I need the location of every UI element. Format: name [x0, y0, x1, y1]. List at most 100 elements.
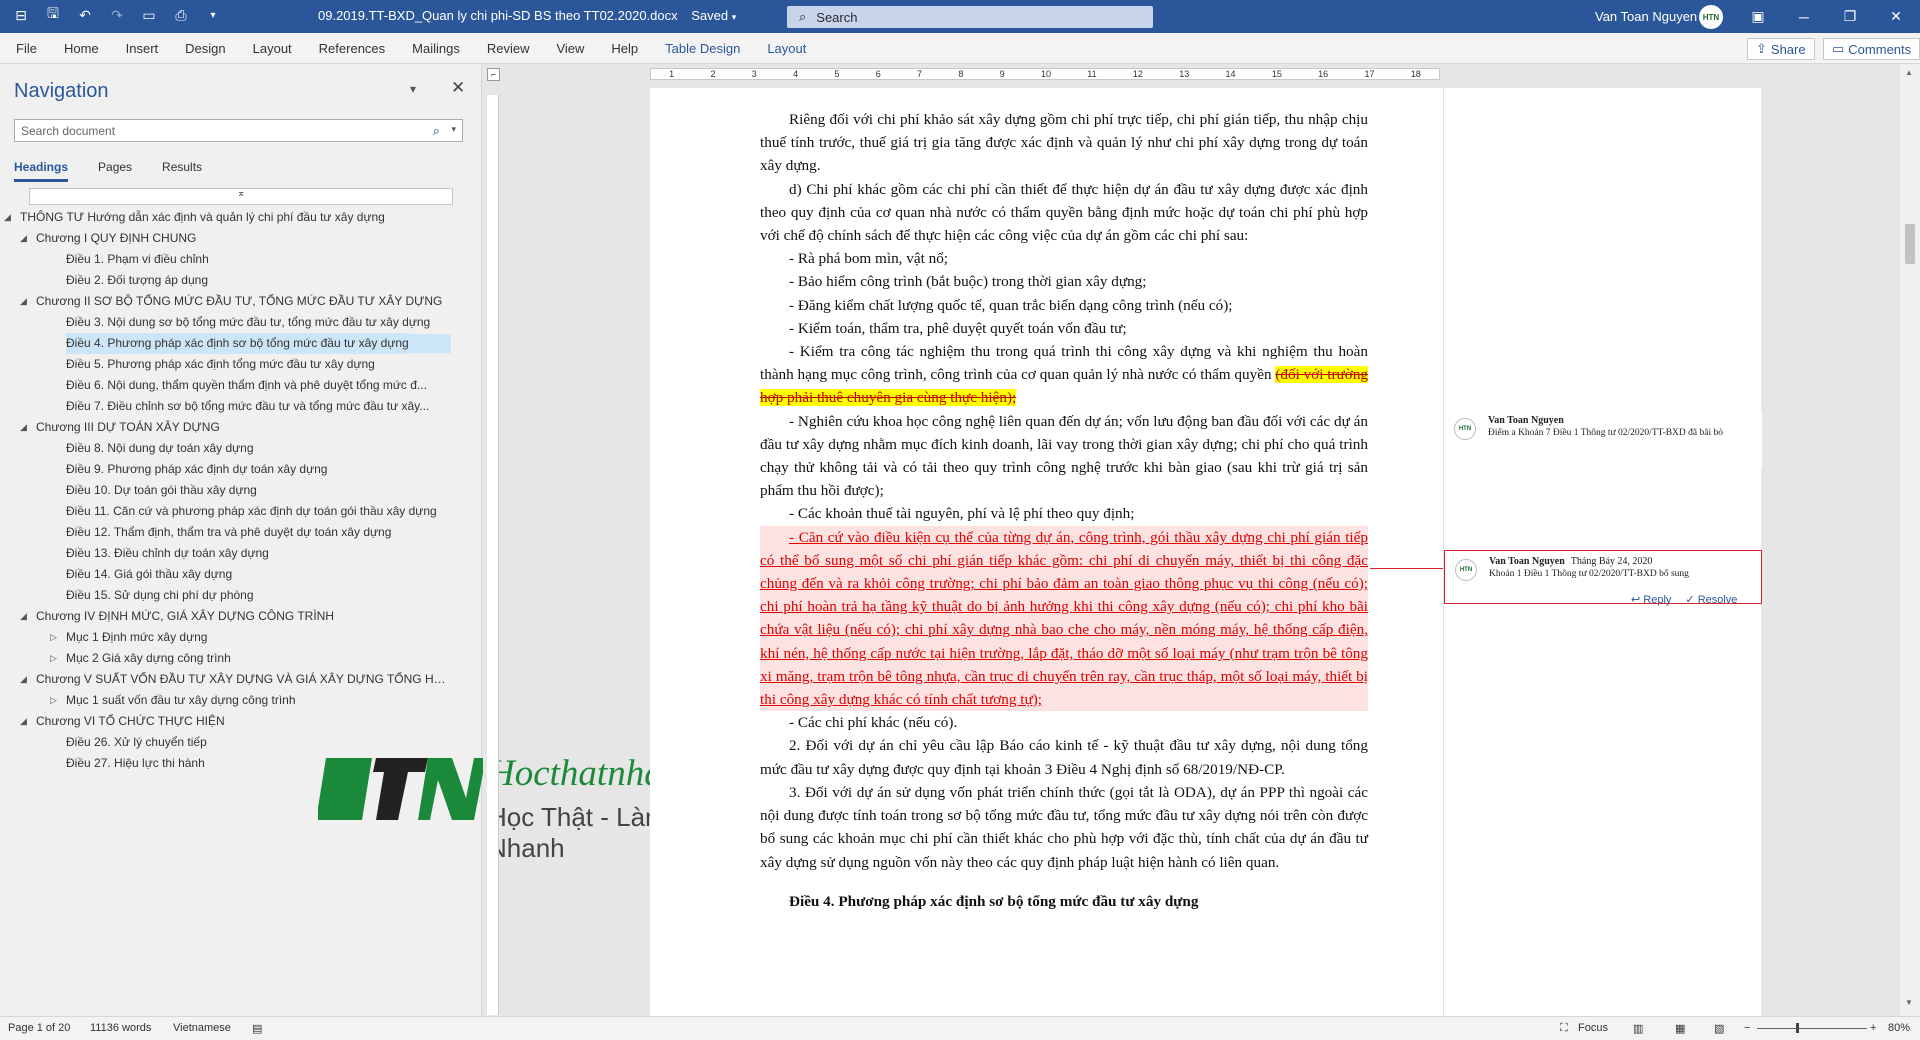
collapse-triangle-icon[interactable]: ◢: [20, 291, 27, 312]
accessibility-icon[interactable]: ▤: [252, 1022, 262, 1035]
undo-icon[interactable]: ↶: [76, 6, 94, 24]
word-count[interactable]: 11136 words: [90, 1022, 151, 1034]
tab-mailings[interactable]: Mailings: [412, 41, 460, 56]
tree-item[interactable]: ◢ Chương III DỰ TOÁN XÂY DỰNG: [0, 417, 482, 438]
ribbon-display-options-icon[interactable]: ▣: [1735, 0, 1781, 33]
list-item[interactable]: - Đăng kiểm chất lượng quốc tế, quan trắ…: [760, 294, 1368, 317]
tab-pages[interactable]: Pages: [98, 160, 132, 182]
save-icon[interactable]: 🖫: [44, 5, 62, 24]
customize-qat-icon[interactable]: ▾: [204, 6, 222, 24]
tree-item[interactable]: ◢ Chương VI TỔ CHỨC THỰC HIỆN: [0, 711, 482, 732]
headings-scroll-indicator[interactable]: ⌅: [29, 188, 453, 205]
tree-item[interactable]: ▷ Mục 1 suất vốn đầu tư xây dựng công trì…: [0, 690, 482, 711]
tab-selector[interactable]: ⌐: [487, 68, 500, 81]
list-item[interactable]: - Kiểm toán, thẩm tra, phê duyệt quyết t…: [760, 317, 1368, 340]
document-title[interactable]: 09.2019.TT-BXD_Quan ly chi phi-SD BS the…: [318, 8, 736, 23]
collapse-triangle-icon[interactable]: ◢: [20, 711, 27, 732]
tab-review[interactable]: Review: [487, 41, 530, 56]
user-name[interactable]: Van Toan Nguyen: [1595, 9, 1697, 24]
paragraph[interactable]: d) Chi phí khác gồm các chi phí cần thiế…: [760, 178, 1368, 248]
zoom-out-icon[interactable]: −: [1744, 1022, 1750, 1034]
restore-icon[interactable]: ❐: [1827, 0, 1873, 33]
redo-icon[interactable]: ↷: [108, 6, 126, 24]
tree-item[interactable]: Điều 7. Điều chỉnh sơ bộ tổng mức đầu tư…: [0, 396, 482, 417]
collapse-triangle-icon[interactable]: ◢: [20, 669, 27, 690]
horizontal-ruler[interactable]: 1 2 3 4 5 6 7 8 9 10 11 12 13 14 15 16 17 18: [650, 68, 1440, 80]
tab-layout[interactable]: Layout: [253, 41, 292, 56]
list-item[interactable]: - Các khoản thuế tài nguyên, phí và lệ p…: [760, 502, 1368, 525]
tree-item[interactable]: ◢ Chương V SUẤT VỐN ĐẦU TƯ XÂY DỰNG VÀ GI…: [0, 669, 482, 690]
tree-item[interactable]: Điều 9. Phương pháp xác định dự toán xây…: [0, 459, 482, 480]
tree-item[interactable]: Điều 12. Thẩm định, thẩm tra và phê duyệ…: [0, 522, 482, 543]
tree-item[interactable]: ▷ Mục 1 Định mức xây dựng: [0, 627, 482, 648]
tree-item[interactable]: Điều 11. Căn cứ và phương pháp xác định …: [0, 501, 482, 522]
paragraph[interactable]: 3. Đối với dự án sử dụng vốn phát triển …: [760, 781, 1368, 874]
collapse-triangle-icon[interactable]: ◢: [4, 207, 11, 228]
reply-button[interactable]: ↩ Reply: [1631, 593, 1671, 606]
zoom-in-icon[interactable]: +: [1870, 1022, 1876, 1034]
tree-item[interactable]: Điều 13. Điều chỉnh dự toán xây dựng: [0, 543, 482, 564]
list-item[interactable]: - Các chi phí khác (nếu có).: [760, 711, 1368, 734]
list-item[interactable]: - Rà phá bom mìn, vật nổ;: [760, 247, 1368, 270]
tab-table-layout[interactable]: Layout: [767, 41, 806, 56]
tree-item[interactable]: Điều 1. Phạm vi điều chỉnh: [0, 249, 482, 270]
document-body[interactable]: Riêng đối với chi phí khảo sát xây dựng …: [760, 108, 1369, 913]
paragraph[interactable]: Riêng đối với chi phí khảo sát xây dựng …: [760, 108, 1368, 178]
expand-triangle-icon[interactable]: ▷: [50, 690, 57, 711]
tab-references[interactable]: References: [319, 41, 385, 56]
list-item[interactable]: - Bảo hiểm công trình (bắt buộc) trong t…: [760, 270, 1368, 293]
comment-card-active[interactable]: HTN Van Toan Nguyen Tháng Bảy 24, 2020 Kh…: [1444, 550, 1762, 606]
tree-item[interactable]: Điều 3. Nội dung sơ bộ tổng mức đầu tư, …: [0, 312, 482, 333]
tab-help[interactable]: Help: [611, 41, 638, 56]
close-icon[interactable]: ✕: [451, 78, 465, 98]
search-input[interactable]: Search document ⌕ ▾: [14, 119, 463, 142]
print-preview-icon[interactable]: ⎙: [172, 6, 190, 24]
tree-item[interactable]: Điều 6. Nội dung, thẩm quyền thẩm định v…: [0, 375, 482, 396]
resolve-button[interactable]: ✓ Resolve: [1685, 593, 1737, 606]
tree-item[interactable]: Điều 2. Đối tượng áp dụng: [0, 270, 482, 291]
read-mode-icon[interactable]: ▥: [1633, 1022, 1643, 1035]
expand-triangle-icon[interactable]: ▷: [50, 627, 57, 648]
vertical-scrollbar[interactable]: ▲ ▼: [1900, 64, 1920, 1016]
tab-design[interactable]: Design: [185, 41, 225, 56]
vertical-ruler[interactable]: [487, 95, 499, 1015]
tree-item[interactable]: ◢ Chương IV ĐỊNH MỨC, GIÁ XÂY DỰNG CÔNG T…: [0, 606, 482, 627]
expand-triangle-icon[interactable]: ▷: [50, 648, 57, 669]
tree-item[interactable]: Điều 14. Giá gói thầu xây dựng: [0, 564, 482, 585]
tell-me-search[interactable]: ⌕ Search: [787, 6, 1153, 28]
page-count[interactable]: Page 1 of 20: [8, 1022, 70, 1034]
tab-view[interactable]: View: [556, 41, 584, 56]
tree-item[interactable]: Điều 5. Phương pháp xác định tổng mức đầ…: [0, 354, 482, 375]
collapse-triangle-icon[interactable]: ◢: [20, 606, 27, 627]
list-item[interactable]: - Nghiên cứu khoa học công nghệ liên qua…: [760, 410, 1368, 503]
tree-item[interactable]: Điều 8. Nội dung dự toán xây dựng: [0, 438, 482, 459]
tree-item[interactable]: ▷ Mục 2 Giá xây dựng công trình: [0, 648, 482, 669]
tab-file[interactable]: File: [16, 41, 37, 56]
search-icon[interactable]: ⌕: [433, 123, 440, 139]
chevron-down-icon[interactable]: ▾: [451, 124, 456, 135]
close-icon[interactable]: ✕: [1873, 0, 1919, 33]
tree-item[interactable]: Điều 4. Phương pháp xác định sơ bộ tổng …: [0, 333, 482, 354]
tree-item[interactable]: Điều 15. Sử dụng chi phí dự phòng: [0, 585, 482, 606]
tab-headings[interactable]: Headings: [14, 160, 69, 182]
tab-results[interactable]: Results: [162, 160, 202, 182]
focus-button[interactable]: Focus: [1578, 1022, 1608, 1034]
inserted-text[interactable]: - Căn cứ vào điều kiện cụ thể của từng d…: [760, 525, 1368, 712]
scroll-down-icon[interactable]: ▼: [1905, 998, 1913, 1007]
comments-button[interactable]: ▭ Comments: [1823, 38, 1920, 60]
zoom-slider[interactable]: [1757, 1028, 1867, 1029]
scrollbar-thumb[interactable]: [1905, 224, 1915, 264]
heading[interactable]: Điều 4. Phương pháp xác định sơ bộ tổng …: [760, 890, 1368, 913]
zoom-level[interactable]: 80%: [1888, 1022, 1910, 1034]
paragraph[interactable]: 2. Đối với dự án chỉ yêu cầu lập Báo cáo…: [760, 734, 1368, 780]
tree-item[interactable]: Điều 10. Dự toán gói thầu xây dựng: [0, 480, 482, 501]
list-item[interactable]: - Kiểm tra công tác nghiệm thu trong quá…: [760, 340, 1369, 410]
tree-item[interactable]: ◢ Chương I QUY ĐỊNH CHUNG: [0, 228, 482, 249]
tab-insert[interactable]: Insert: [126, 41, 159, 56]
web-layout-icon[interactable]: ▧: [1714, 1022, 1724, 1035]
autosave-icon[interactable]: ⊟: [12, 6, 30, 24]
chevron-down-icon[interactable]: ▾: [410, 82, 416, 96]
language[interactable]: Vietnamese: [173, 1022, 231, 1034]
comment-card[interactable]: HTN Van Toan Nguyen Điểm a Khoản 7 Điều …: [1444, 410, 1762, 470]
tab-home[interactable]: Home: [64, 41, 99, 56]
